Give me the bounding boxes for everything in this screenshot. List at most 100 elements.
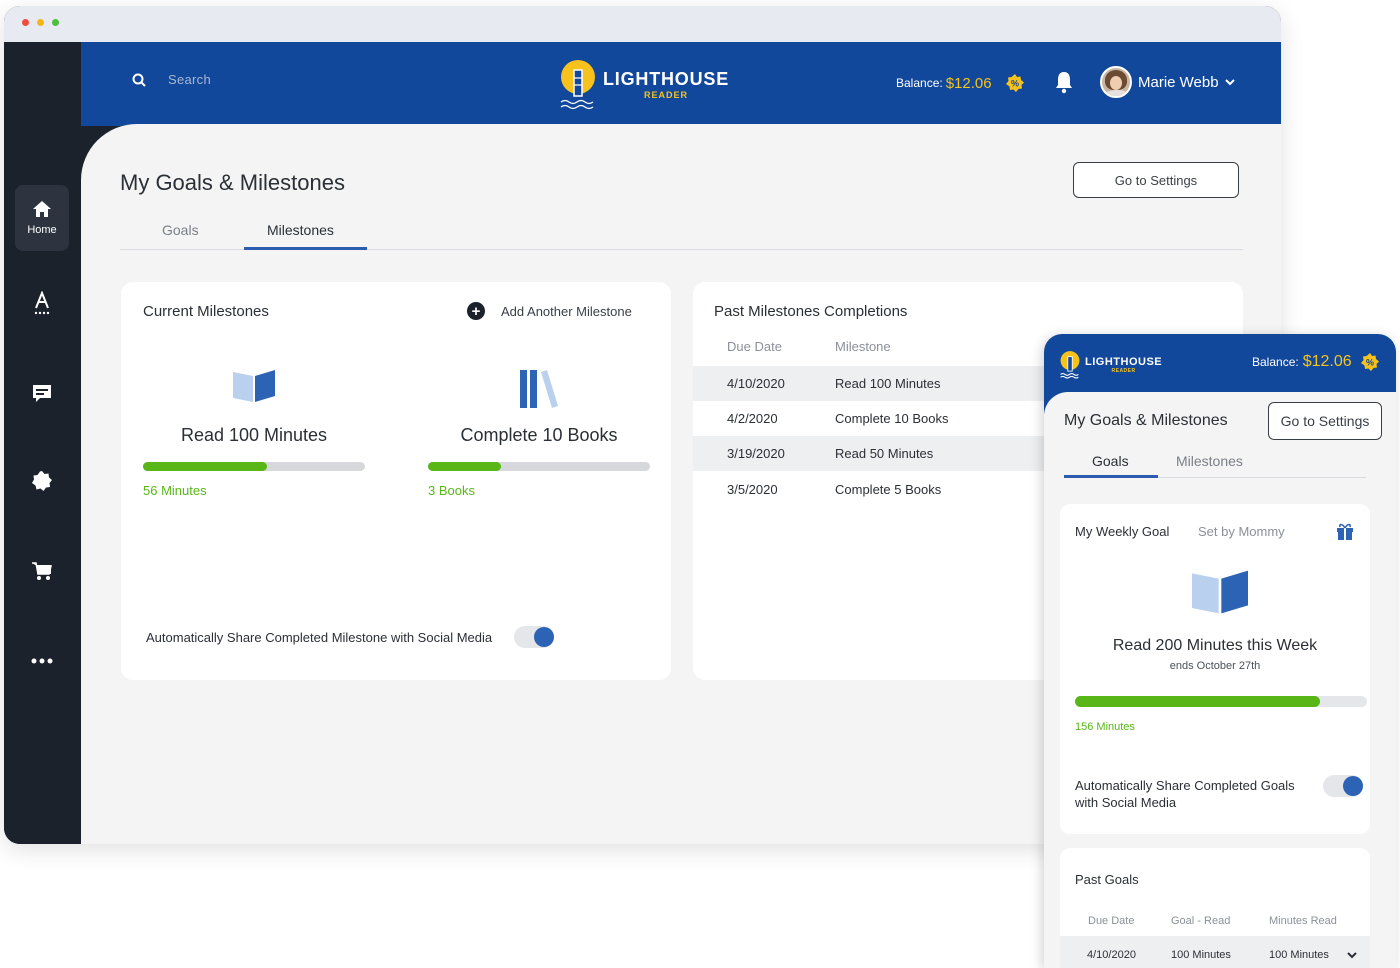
cart-icon (32, 562, 52, 580)
tab-milestones[interactable]: Milestones (267, 222, 334, 238)
milestone-progress-label: 3 Books (428, 483, 475, 498)
books-shelf-icon (520, 370, 558, 408)
user-menu[interactable]: Marie Webb (1100, 66, 1235, 98)
row-date: 4/10/2020 (727, 376, 785, 391)
mobile-tab-milestones[interactable]: Milestones (1176, 453, 1243, 469)
coin-badge-icon: % (1005, 74, 1024, 92)
weekly-goal-card: My Weekly Goal Set by Mommy Read 200 Min… (1060, 504, 1370, 834)
sidebar-item-messages[interactable] (15, 366, 69, 420)
settings-badge-icon (32, 471, 52, 491)
sidebar-item-label: Home (27, 224, 57, 236)
chevron-down-icon[interactable] (1347, 952, 1357, 959)
row-goal: 100 Minutes (1171, 949, 1231, 961)
search-input[interactable]: Search (168, 72, 211, 87)
maximize-window-dot[interactable] (52, 19, 59, 26)
brand-tagline: READER (644, 90, 689, 100)
milestone-progress-bar (428, 462, 650, 471)
active-tab-indicator (244, 247, 367, 250)
message-icon (33, 385, 51, 402)
mobile-view: LIGHTHOUSE READER Balance: $12.06 % My G… (1044, 334, 1396, 968)
milestone-item[interactable]: Complete 10 Books 3 Books (428, 368, 650, 498)
sidebar-item-store[interactable] (15, 544, 69, 598)
sidebar-item-text-tool[interactable] (15, 276, 69, 330)
progress-fill (428, 462, 502, 471)
column-header-due-date: Due Date (727, 339, 782, 354)
current-milestones-card: Current Milestones + Add Another Milesto… (121, 282, 671, 680)
top-navigation-bar: Search LIGHTHOUSE READER Balance: $12.06… (81, 42, 1281, 126)
mobile-tab-bar: Goals Milestones (1064, 450, 1366, 478)
brand-name: LIGHTHOUSE (1085, 356, 1163, 368)
row-date: 3/19/2020 (727, 446, 785, 461)
row-milestone: Complete 10 Books (835, 411, 949, 426)
row-minutes-read: 100 Minutes (1269, 949, 1329, 961)
go-to-settings-button[interactable]: Go to Settings (1073, 162, 1239, 198)
tab-goals[interactable]: Goals (162, 222, 199, 238)
share-goals-toggle[interactable] (1323, 775, 1363, 797)
weekly-goal-progress-label: 156 Minutes (1075, 721, 1135, 733)
gift-icon[interactable] (1336, 522, 1354, 540)
milestone-name: Complete 10 Books (460, 425, 618, 445)
milestone-progress-label: 56 Minutes (143, 483, 207, 498)
close-window-dot[interactable] (22, 19, 29, 26)
mobile-go-to-settings-button[interactable]: Go to Settings (1268, 402, 1382, 440)
lighthouse-icon (560, 60, 595, 110)
current-milestones-title: Current Milestones (143, 303, 269, 320)
row-date: 3/5/2020 (727, 482, 778, 497)
user-name: Marie Webb (1138, 73, 1219, 91)
mobile-content: My Goals & Milestones Go to Settings Goa… (1044, 392, 1396, 968)
table-row: 3/5/2020 Complete 5 Books (693, 472, 1053, 507)
minimize-window-dot[interactable] (37, 19, 44, 26)
share-milestone-setting: Automatically Share Completed Milestone … (146, 626, 555, 648)
row-date: 4/2/2020 (727, 411, 778, 426)
balance-label: Balance: (896, 76, 943, 90)
sidebar-item-badges[interactable] (15, 454, 69, 508)
avatar (1100, 66, 1132, 98)
notification-bell-icon[interactable] (1054, 70, 1074, 94)
row-milestone: Read 50 Minutes (835, 446, 934, 461)
lighthouse-logo[interactable]: LIGHTHOUSE READER (559, 58, 729, 112)
search-bar[interactable]: Search (132, 72, 211, 87)
more-icon (31, 658, 53, 664)
chevron-down-icon (1224, 78, 1235, 85)
row-milestone: Read 100 Minutes (835, 376, 941, 391)
column-header-goal-read: Goal - Read (1171, 915, 1231, 927)
share-goals-label: Automatically Share Completed Goals with… (1075, 778, 1295, 810)
add-milestone-label: Add Another Milestone (501, 303, 632, 319)
weekly-goal-title: My Weekly Goal (1075, 524, 1170, 539)
column-header-minutes-read: Minutes Read (1269, 915, 1337, 927)
mobile-balance-display: Balance: $12.06 % (1252, 353, 1379, 371)
mobile-lighthouse-logo[interactable]: LIGHTHOUSE READER (1059, 350, 1162, 380)
table-row[interactable]: 4/10/2020 100 Minutes 100 Minutes (1060, 936, 1370, 968)
search-icon (132, 73, 146, 87)
active-tab-indicator (1064, 475, 1158, 478)
mobile-tab-goals[interactable]: Goals (1092, 453, 1129, 469)
row-date: 4/10/2020 (1087, 949, 1136, 961)
window-titlebar (4, 6, 1281, 42)
brand-tagline: READER (1111, 368, 1136, 374)
coin-badge-icon: % (1360, 353, 1379, 371)
column-header-milestone: Milestone (835, 339, 891, 354)
sidebar-item-more[interactable] (15, 634, 69, 688)
progress-fill (143, 462, 268, 471)
milestone-name: Read 100 Minutes (180, 425, 328, 445)
home-icon (33, 201, 51, 217)
milestone-progress-bar (143, 462, 365, 471)
weekly-goal-end-date: ends October 27th (1169, 660, 1261, 672)
progress-fill (1075, 696, 1321, 707)
share-milestone-label: Automatically Share Completed Milestone … (146, 629, 493, 645)
page-title: My Goals & Milestones (120, 170, 345, 195)
table-row: 3/19/2020 Read 50 Minutes (693, 436, 1053, 471)
share-milestone-toggle[interactable] (514, 626, 555, 648)
row-milestone: Complete 5 Books (835, 482, 942, 497)
svg-text:%: % (1011, 79, 1019, 89)
table-row: 4/10/2020 Read 100 Minutes (693, 366, 1053, 401)
past-milestones-title: Past Milestones Completions (714, 303, 908, 320)
weekly-goal-set-by: Set by Mommy (1198, 524, 1285, 539)
svg-text:%: % (1366, 358, 1374, 368)
open-book-icon (233, 370, 275, 402)
milestone-item[interactable]: Read 100 Minutes 56 Minutes (143, 368, 365, 498)
balance-amount: $12.06 (1302, 353, 1352, 370)
sidebar-item-home[interactable]: Home (15, 185, 69, 251)
past-goals-card: Past Goals Due Date Goal - Read Minutes … (1060, 848, 1370, 968)
add-milestone-button[interactable]: + Add Another Milestone (467, 302, 632, 320)
